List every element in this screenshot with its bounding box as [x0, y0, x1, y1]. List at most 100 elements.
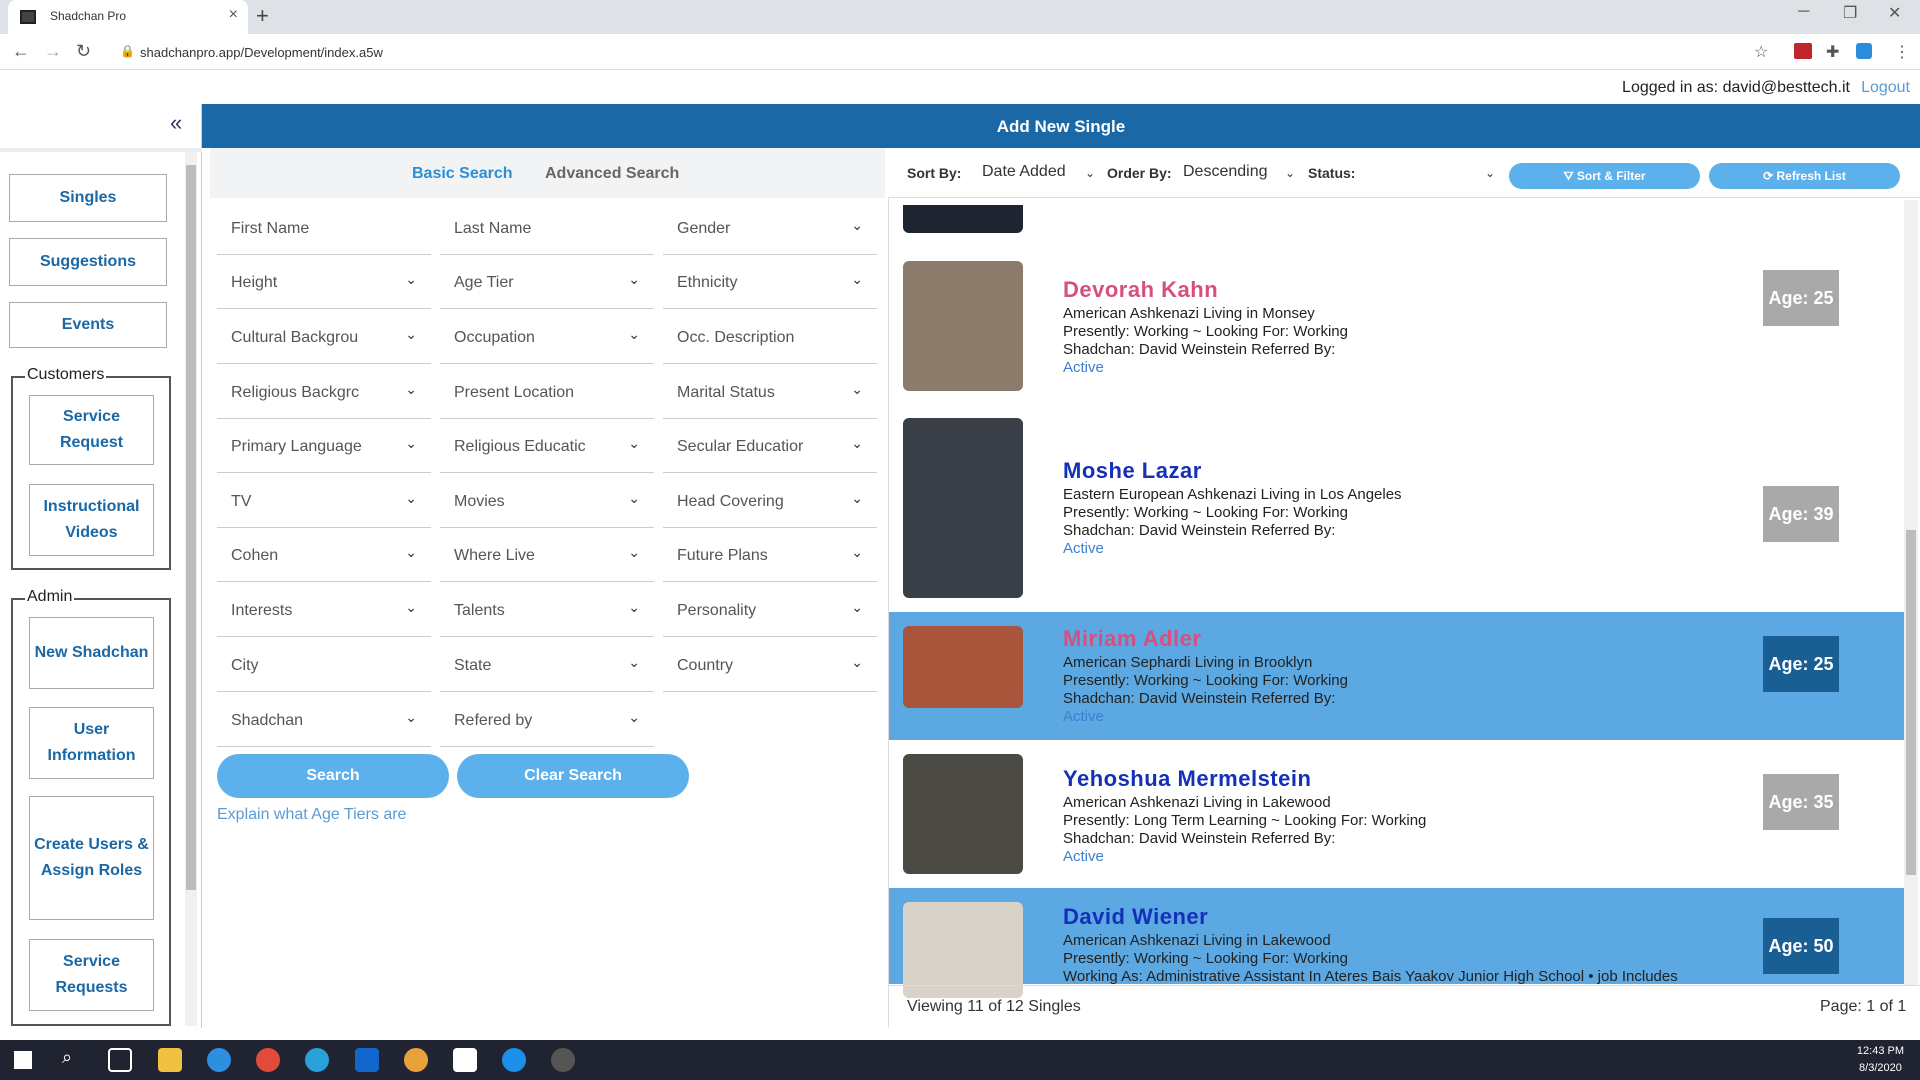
- chevron-down-icon[interactable]: ⌄: [851, 217, 863, 234]
- window-close-icon[interactable]: ✕: [1888, 3, 1901, 23]
- sidebar-item-singles[interactable]: Singles: [9, 174, 167, 222]
- marital-status-select[interactable]: Marital Status ⌄: [663, 369, 877, 419]
- chrome-icon[interactable]: [256, 1048, 280, 1072]
- status-text[interactable]: Active: [1063, 708, 1104, 725]
- age-tier-select[interactable]: Age Tier ⌄: [440, 259, 654, 309]
- profile-photo[interactable]: [903, 902, 1023, 998]
- state-select[interactable]: State ⌄: [440, 642, 654, 692]
- shadchan-select[interactable]: Shadchan ⌄: [217, 697, 431, 747]
- chevron-down-icon[interactable]: ⌄: [405, 490, 417, 507]
- chevron-down-icon[interactable]: ⌄: [851, 544, 863, 561]
- clear-search-button[interactable]: Clear Search: [457, 754, 689, 798]
- file-explorer-icon[interactable]: [158, 1048, 182, 1072]
- search-icon[interactable]: ⌕: [62, 1047, 72, 1068]
- height-select[interactable]: Height ⌄: [217, 259, 431, 309]
- tab-advanced-search[interactable]: Advanced Search: [545, 165, 679, 183]
- sidebar-item-suggestions[interactable]: Suggestions: [9, 238, 167, 286]
- occupation-select[interactable]: Occupation ⌄: [440, 314, 654, 364]
- app-window-icon[interactable]: [453, 1048, 477, 1072]
- where-live-select[interactable]: Where Live ⌄: [440, 532, 654, 582]
- tab-close-icon[interactable]: ×: [229, 6, 238, 24]
- sidebar-item-instructional-videos[interactable]: Instructional Videos: [29, 484, 154, 556]
- head-covering-select[interactable]: Head Covering ⌄: [663, 478, 877, 528]
- sidebar-item-service-requests[interactable]: Service Requests: [29, 939, 154, 1011]
- chevron-down-icon[interactable]: ⌄: [851, 271, 863, 288]
- religious-backgrc-select[interactable]: Religious Backgrc ⌄: [217, 369, 431, 419]
- chevron-down-icon[interactable]: ⌄: [405, 709, 417, 726]
- result-card[interactable]: Moshe Lazar Eastern European Ashkenazi Li…: [889, 418, 1904, 598]
- new-tab-button[interactable]: +: [256, 3, 269, 29]
- chevron-down-icon[interactable]: ⌄: [851, 381, 863, 398]
- search-button[interactable]: Search: [217, 754, 449, 798]
- profile-extension-icon[interactable]: [1856, 43, 1872, 59]
- single-name[interactable]: Miriam Adler: [1063, 626, 1201, 652]
- chevron-down-icon[interactable]: ⌄: [628, 326, 640, 343]
- single-name[interactable]: David Wiener: [1063, 904, 1208, 930]
- single-name[interactable]: Moshe Lazar: [1063, 458, 1202, 484]
- chevron-down-icon[interactable]: ⌄: [851, 654, 863, 671]
- windows-start-icon[interactable]: [14, 1051, 32, 1069]
- minimize-icon[interactable]: ─: [1798, 3, 1809, 21]
- chevron-down-icon[interactable]: ⌄: [628, 654, 640, 671]
- paint-icon[interactable]: [404, 1048, 428, 1072]
- chevron-down-icon[interactable]: ⌄: [851, 490, 863, 507]
- cultural-backgrou-select[interactable]: Cultural Backgrou ⌄: [217, 314, 431, 364]
- profile-photo[interactable]: [903, 261, 1023, 391]
- results-scrollbar-thumb[interactable]: [1906, 530, 1916, 875]
- back-icon[interactable]: ←: [12, 41, 30, 62]
- chevron-down-icon[interactable]: ⌄: [405, 326, 417, 343]
- refresh-list-button[interactable]: ⟳ Refresh List: [1709, 163, 1900, 189]
- sidebar-item-user-information[interactable]: User Information: [29, 707, 154, 779]
- profile-photo[interactable]: [903, 626, 1023, 708]
- sort-filter-button[interactable]: ⛛ Sort & Filter: [1509, 163, 1700, 189]
- first-name-input[interactable]: First Name: [217, 205, 431, 255]
- sort-by-chevron-icon[interactable]: ⌄: [1085, 166, 1095, 180]
- chevron-down-icon[interactable]: ⌄: [405, 599, 417, 616]
- edge-icon[interactable]: [305, 1048, 329, 1072]
- order-by-chevron-icon[interactable]: ⌄: [1285, 166, 1295, 180]
- chevron-down-icon[interactable]: ⌄: [628, 271, 640, 288]
- browser-menu-icon[interactable]: ⋮: [1894, 42, 1910, 62]
- task-view-icon[interactable]: [108, 1048, 132, 1072]
- cohen-select[interactable]: Cohen ⌄: [217, 532, 431, 582]
- app-icon[interactable]: [207, 1048, 231, 1072]
- personality-select[interactable]: Personality ⌄: [663, 587, 877, 637]
- clock[interactable]: 12:43 PM 8/3/2020: [1857, 1043, 1904, 1077]
- teamviewer-icon[interactable]: [502, 1048, 526, 1072]
- sort-by-select[interactable]: Date Added: [982, 163, 1066, 181]
- bookmark-star-icon[interactable]: ☆: [1754, 42, 1768, 62]
- religious-educatic-select[interactable]: Religious Educatic ⌄: [440, 423, 654, 473]
- reload-icon[interactable]: ↻: [76, 41, 91, 62]
- sidebar-item-events[interactable]: Events: [9, 302, 167, 348]
- chevron-down-icon[interactable]: ⌄: [405, 271, 417, 288]
- profile-photo[interactable]: [903, 418, 1023, 598]
- status-chevron-icon[interactable]: ⌄: [1485, 166, 1495, 180]
- explain-age-tiers-link[interactable]: Explain what Age Tiers are: [217, 806, 406, 824]
- chevron-down-icon[interactable]: ⌄: [851, 435, 863, 452]
- status-text[interactable]: Active: [1063, 359, 1104, 376]
- result-card[interactable]: David Wiener American Ashkenazi Living in…: [889, 888, 1904, 998]
- chevron-down-icon[interactable]: ⌄: [405, 544, 417, 561]
- secular-educatior-select[interactable]: Secular Educatior ⌄: [663, 423, 877, 473]
- status-text[interactable]: Active: [1063, 540, 1104, 557]
- single-name[interactable]: Yehoshua Mermelstein: [1063, 766, 1311, 792]
- chevron-down-icon[interactable]: ⌄: [405, 435, 417, 452]
- interests-select[interactable]: Interests ⌄: [217, 587, 431, 637]
- sidebar-scrollbar-thumb[interactable]: [186, 165, 196, 890]
- single-name[interactable]: Devorah Kahn: [1063, 277, 1218, 303]
- primary-language-select[interactable]: Primary Language ⌄: [217, 423, 431, 473]
- partial-photo[interactable]: [903, 205, 1023, 233]
- profile-photo[interactable]: [903, 754, 1023, 874]
- page-title[interactable]: Add New Single: [202, 117, 1920, 137]
- chevron-down-icon[interactable]: ⌄: [628, 435, 640, 452]
- outlook-icon[interactable]: [355, 1048, 379, 1072]
- browser-tab[interactable]: Shadchan Pro ×: [8, 0, 248, 34]
- refered-by-select[interactable]: Refered by ⌄: [440, 697, 654, 747]
- tv-select[interactable]: TV ⌄: [217, 478, 431, 528]
- sidebar-item-service-request[interactable]: Service Request: [29, 395, 154, 465]
- city-input[interactable]: City: [217, 642, 431, 692]
- chevron-down-icon[interactable]: ⌄: [628, 544, 640, 561]
- order-by-select[interactable]: Descending: [1183, 163, 1268, 181]
- chevron-down-icon[interactable]: ⌄: [628, 490, 640, 507]
- extensions-puzzle-icon[interactable]: ✚: [1826, 42, 1839, 62]
